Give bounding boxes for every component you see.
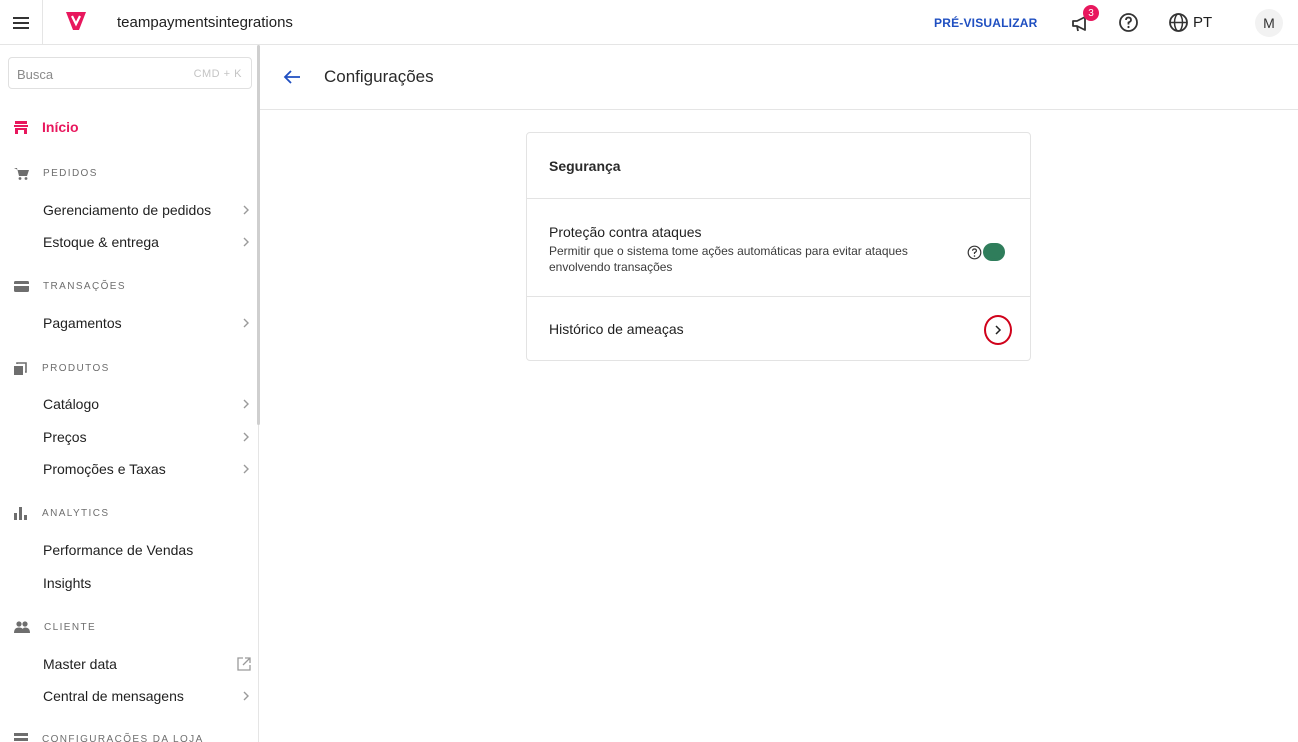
page-title: Configurações: [324, 67, 434, 86]
sidebar-section-pedidos: PEDIDOS: [14, 167, 98, 180]
sidebar-item-home[interactable]: Início: [14, 119, 79, 135]
sidebar-item-payments[interactable]: Pagamentos: [43, 311, 251, 335]
chevron-right-icon: [243, 432, 249, 442]
sidebar-item-label: Promoções e Taxas: [43, 461, 166, 477]
attack-protection-row: Proteção contra ataques Permitir que o s…: [527, 199, 1030, 297]
bar-chart-icon: [14, 507, 27, 520]
sidebar-item-label: Catálogo: [43, 396, 100, 412]
sidebar-item-insights[interactable]: Insights: [43, 571, 251, 595]
page-header: Configurações: [260, 45, 1298, 110]
chevron-right-icon: [243, 464, 249, 474]
chevron-right-icon: [243, 205, 249, 215]
preview-button[interactable]: PRÉ-VISUALIZAR: [934, 16, 1037, 30]
back-arrow-icon[interactable]: [282, 67, 302, 87]
hamburger-menu-button[interactable]: [0, 0, 43, 45]
cart-icon: [14, 168, 29, 180]
sidebar-item-catalog[interactable]: Catálogo: [43, 392, 251, 416]
top-bar: teampayments­integrations PRÉ-VISUALIZAR…: [0, 0, 1298, 45]
threat-history-row[interactable]: Histórico de ameaças: [527, 297, 1030, 360]
sidebar-item-label: Gerenciamento de pedidos: [43, 202, 212, 218]
chevron-right-icon: [243, 691, 249, 701]
store-settings-icon: [14, 733, 28, 741]
sidebar: Busca CMD + K Início PEDIDOS Gerenciamen…: [0, 45, 259, 742]
language-selector[interactable]: PT: [1193, 14, 1212, 31]
section-title: PEDIDOS: [43, 168, 98, 179]
help-icon[interactable]: [1118, 12, 1139, 33]
chevron-right-icon: [243, 399, 249, 409]
sidebar-section-transacoes: TRANSAÇÕES: [14, 281, 126, 292]
sidebar-item-label: Pagamentos: [43, 315, 122, 331]
attack-protection-title: Proteção contra ataques: [549, 224, 702, 240]
sidebar-item-label: Início: [42, 119, 79, 135]
sidebar-item-sales-performance[interactable]: Performance de Vendas: [43, 538, 251, 562]
search-input[interactable]: Busca CMD + K: [8, 57, 252, 89]
info-icon[interactable]: [967, 245, 982, 260]
avatar[interactable]: M: [1255, 9, 1283, 37]
sidebar-item-label: Preços: [43, 429, 87, 445]
card-icon: [14, 281, 29, 292]
sidebar-item-label: Performance de Vendas: [43, 542, 194, 558]
attack-protection-description: Permitir que o sistema tome ações automá…: [549, 244, 908, 274]
sidebar-section-produtos: PRODUTOS: [14, 361, 110, 375]
security-card: Segurança Proteção contra ataques Permit…: [526, 132, 1031, 361]
sidebar-item-label: Master data: [43, 656, 117, 672]
vtex-logo-icon[interactable]: [64, 11, 88, 31]
threat-history-title: Histórico de ameaças: [549, 321, 684, 337]
account-name[interactable]: teampayments­integrations: [117, 14, 293, 31]
section-title: ANALYTICS: [42, 508, 110, 519]
chevron-right-icon: [243, 237, 249, 247]
search-shortcut: CMD + K: [193, 68, 242, 80]
sidebar-item-label: Insights: [43, 575, 92, 591]
products-icon: [14, 362, 27, 375]
chevron-right-icon: [995, 325, 1002, 335]
sidebar-section-store-settings: CONFIGURAÇÕES DA LOJA: [14, 733, 204, 742]
sidebar-item-master-data[interactable]: Master data: [43, 652, 251, 676]
threat-history-open-button[interactable]: [984, 315, 1012, 345]
sidebar-section-analytics: ANALYTICS: [14, 507, 109, 520]
sidebar-item-message-center[interactable]: Central de mensagens: [43, 684, 251, 708]
section-title: TRANSAÇÕES: [43, 281, 126, 292]
notification-badge: 3: [1083, 5, 1099, 21]
sidebar-item-inventory[interactable]: Estoque & entrega: [43, 230, 251, 254]
section-title: CONFIGURAÇÕES DA LOJA: [42, 733, 204, 742]
store-icon: [14, 120, 28, 134]
menu-icon: [13, 16, 29, 29]
card-header: Segurança: [527, 133, 1030, 199]
sidebar-item-label: Central de mensagens: [43, 688, 184, 704]
external-link-icon: [237, 657, 251, 671]
chevron-right-icon: [243, 318, 249, 328]
attack-protection-toggle[interactable]: [983, 243, 1005, 261]
sidebar-item-orders-management[interactable]: Gerenciamento de pedidos: [43, 198, 251, 222]
globe-icon[interactable]: [1168, 12, 1189, 33]
card-title: Segurança: [549, 158, 621, 174]
people-icon: [14, 621, 30, 633]
section-title: PRODUTOS: [42, 362, 110, 374]
sidebar-item-promotions[interactable]: Promoções e Taxas: [43, 457, 251, 481]
sidebar-item-label: Estoque & entrega: [43, 234, 159, 250]
section-title: CLIENTE: [44, 621, 97, 633]
sidebar-item-prices[interactable]: Preços: [43, 425, 251, 449]
search-placeholder: Busca: [17, 67, 54, 82]
sidebar-section-cliente: CLIENTE: [14, 621, 96, 633]
